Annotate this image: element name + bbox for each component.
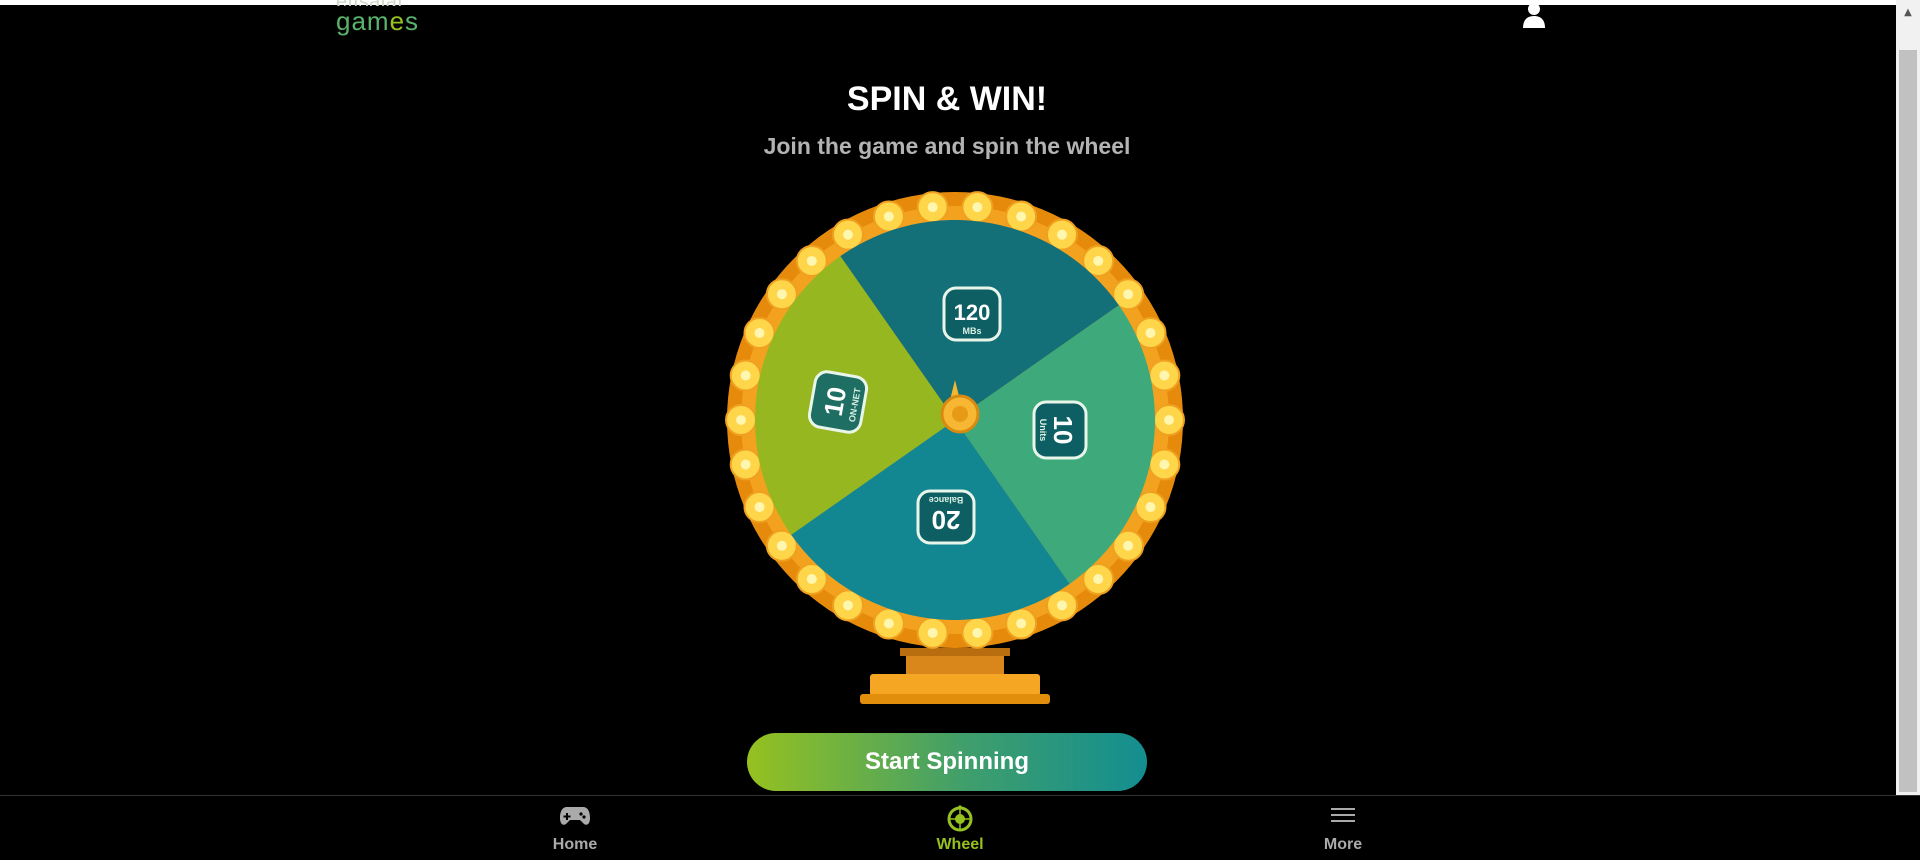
nav-item-more[interactable]: More xyxy=(1283,804,1403,854)
wheel-bulb-glow xyxy=(883,211,894,222)
menu-icon xyxy=(1283,804,1403,832)
app-viewport: etisalat games SPIN & WIN! Join the game… xyxy=(0,0,1920,860)
wheel-bulb-glow xyxy=(883,618,894,629)
logo-games-accent: e xyxy=(389,6,406,36)
prize-amount: 20 xyxy=(932,505,961,535)
prize-amount: 10 xyxy=(1048,416,1078,445)
logo-games-main: gam xyxy=(336,6,390,36)
wheel-bulb-glow xyxy=(1123,289,1134,300)
wheel-bulb-glow xyxy=(1123,540,1134,551)
prize-badge: 120MBs xyxy=(942,286,1002,342)
wheel-bulb-glow xyxy=(1145,502,1156,513)
page-subtitle: Join the game and spin the wheel xyxy=(763,133,1131,159)
wheel-bulb-glow xyxy=(1164,415,1174,425)
prize-unit: Units xyxy=(1038,419,1048,442)
wheel-bulb-glow xyxy=(740,370,751,381)
nav-label-more: More xyxy=(1323,836,1363,853)
wheel-bulb-glow xyxy=(736,415,746,425)
wheel-bulb-glow xyxy=(1093,574,1104,585)
wheel-graphic: 120MBs10Units20Balance10ON-NET xyxy=(725,191,1185,704)
start-spinning-button[interactable]: Start Spinning xyxy=(747,733,1147,791)
wheel-bulb-glow xyxy=(972,627,983,638)
wheel-bulb-glow xyxy=(1016,618,1027,629)
scrollbar[interactable]: ▲ xyxy=(1896,0,1920,795)
prize-amount: 10 xyxy=(818,385,853,419)
bottom-nav: Home Wheel More xyxy=(0,795,1920,860)
wheel-bulb-glow xyxy=(1145,327,1156,338)
scrollbar-thumb[interactable] xyxy=(1899,50,1917,792)
wheel-bulb-glow xyxy=(927,627,938,638)
wheel-bulb-glow xyxy=(1159,459,1170,470)
wheel-bulb-glow xyxy=(843,600,853,611)
prize-amount: 120 xyxy=(954,300,991,325)
wheel-bulb-glow xyxy=(843,229,853,240)
prize-unit: Balance xyxy=(929,495,964,505)
brand-logo[interactable]: etisalat games xyxy=(336,0,419,34)
wheel-bulb-glow xyxy=(1016,211,1027,222)
scroll-up-arrow-icon[interactable]: ▲ xyxy=(1896,0,1920,24)
nav-item-wheel[interactable]: Wheel xyxy=(900,804,1020,854)
wheel-bulb-glow xyxy=(806,574,817,585)
nav-item-home[interactable]: Home xyxy=(515,804,635,854)
prize-badge: 10Units xyxy=(1032,400,1088,460)
wheel-bulb-glow xyxy=(754,327,765,338)
nav-label-wheel: Wheel xyxy=(936,836,984,853)
top-border xyxy=(0,0,1920,5)
user-profile-icon[interactable] xyxy=(1522,2,1546,28)
wheel-bulb-glow xyxy=(776,540,787,551)
wheel-bulb-glow xyxy=(1057,229,1067,240)
prize-badge: 10ON-NET xyxy=(807,370,869,434)
wheel-bulb-glow xyxy=(927,202,938,213)
prize-badge: 20Balance xyxy=(916,489,976,545)
wheel-bulb-glow xyxy=(1159,370,1170,381)
nav-label-home: Home xyxy=(552,836,598,853)
page-title: SPIN & WIN! xyxy=(846,80,1048,118)
wheel-bulb-glow xyxy=(1057,600,1067,611)
wheel-bulb-glow xyxy=(740,459,751,470)
wheel-bulb-glow xyxy=(754,502,765,513)
wheel-bulb-glow xyxy=(1093,255,1104,266)
gamepad-icon xyxy=(515,804,635,832)
wheel-bulb-glow xyxy=(972,202,983,213)
prize-wheel: 120 MBs 10 Units 20 Balance 10 ON-NET xyxy=(720,180,1190,710)
wheel-bulb-glow xyxy=(776,289,787,300)
wheel-icon xyxy=(900,804,1020,832)
prize-unit: MBs xyxy=(962,326,981,336)
wheel-stand xyxy=(860,648,1050,704)
logo-games-end: s xyxy=(405,6,420,36)
wheel-bulb-glow xyxy=(806,255,817,266)
logo-games-text: games xyxy=(336,8,419,34)
